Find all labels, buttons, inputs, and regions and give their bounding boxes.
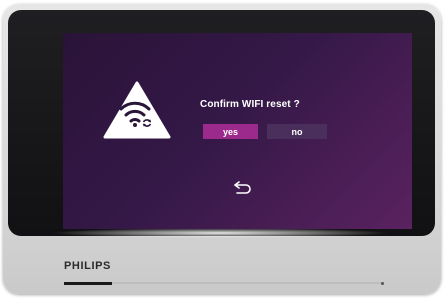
device-progress-bar — [64, 281, 384, 285]
yes-button[interactable]: yes — [203, 124, 258, 139]
back-arrow-icon[interactable] — [233, 179, 253, 195]
no-button[interactable]: no — [267, 124, 327, 139]
display-screen: Confirm WIFI reset ? yes no — [63, 33, 412, 229]
bezel-glow — [50, 228, 390, 238]
no-button-label: no — [291, 126, 303, 137]
yes-button-label: yes — [222, 126, 239, 137]
brand-logo: PHILIPS — [64, 260, 111, 272]
progress-bar-end-dot — [381, 281, 384, 285]
wifi-reset-warning-icon — [103, 81, 171, 139]
dialog-title: Confirm WIFI reset ? — [200, 99, 300, 110]
progress-bar-fill — [64, 281, 112, 285]
